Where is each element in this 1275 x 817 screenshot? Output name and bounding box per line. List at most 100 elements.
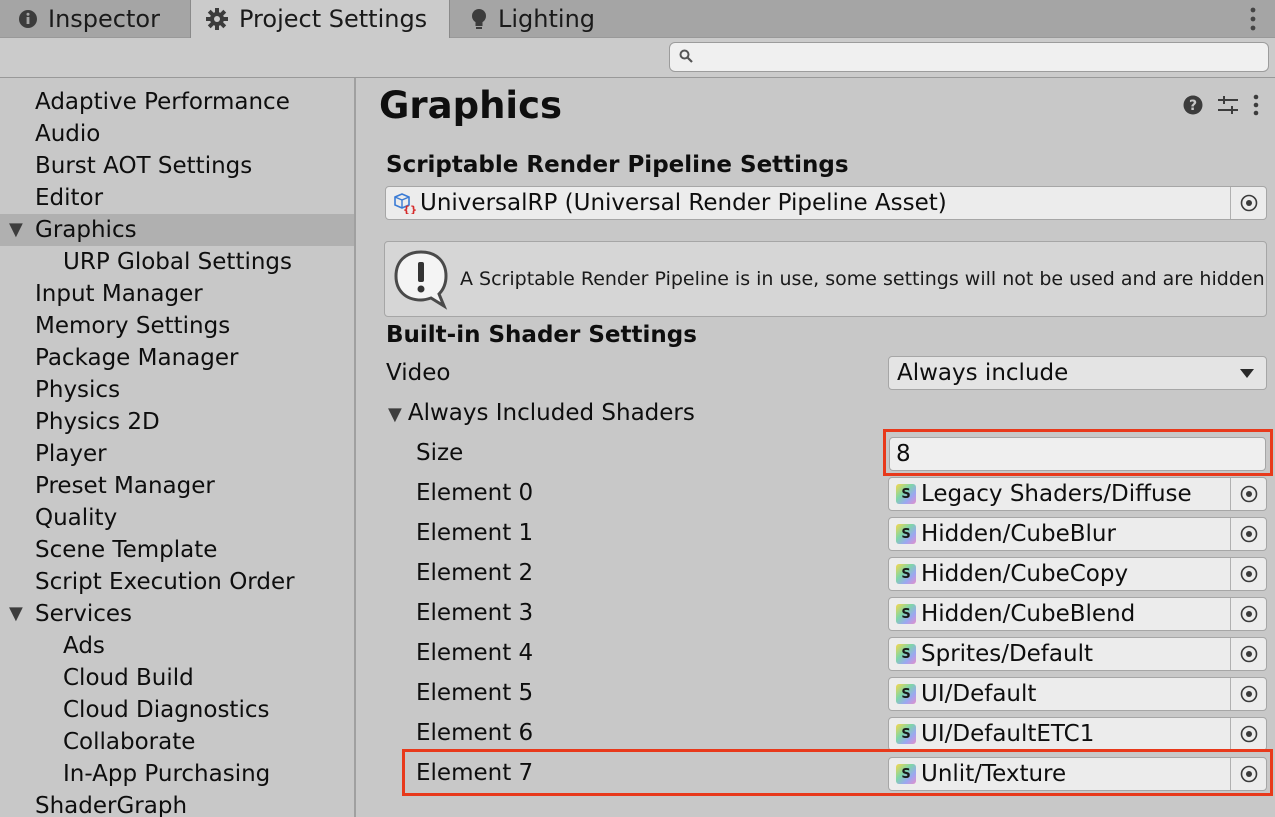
element-label: Element 2 xyxy=(416,560,534,586)
element-label: Element 5 xyxy=(416,680,534,706)
sidebar-item-physics[interactable]: Physics xyxy=(0,374,354,406)
more-options-icon[interactable] xyxy=(1249,6,1257,32)
shader-name: UI/DefaultETC1 xyxy=(921,721,1095,747)
object-picker-icon[interactable] xyxy=(1230,558,1266,590)
shader-icon: S xyxy=(896,604,916,624)
sidebar-item-graphics[interactable]: ▼ Graphics xyxy=(0,214,354,246)
sidebar-item-services[interactable]: ▼ Services xyxy=(0,598,354,630)
sidebar-item-shadergraph[interactable]: ShaderGraph xyxy=(0,790,354,817)
warning-bubble-icon xyxy=(392,248,450,310)
srp-asset-field[interactable]: {} UniversalRP (Universal Render Pipelin… xyxy=(385,186,1267,220)
shader-field[interactable]: S Hidden/CubeCopy xyxy=(888,557,1267,591)
shader-field[interactable]: S UI/Default xyxy=(888,677,1267,711)
sidebar-item-memory-settings[interactable]: Memory Settings xyxy=(0,310,354,342)
svg-text:{}: {} xyxy=(403,205,416,214)
sidebar-item-quality[interactable]: Quality xyxy=(0,502,354,534)
sidebar-item-in-app-purchasing[interactable]: In-App Purchasing xyxy=(0,758,354,790)
shader-field[interactable]: S Sprites/Default xyxy=(888,637,1267,671)
shader-name: Hidden/CubeCopy xyxy=(921,561,1129,587)
shader-icon: S xyxy=(896,524,916,544)
sidebar-item-adaptive-performance[interactable]: Adaptive Performance xyxy=(0,86,354,118)
video-dropdown[interactable]: Always include xyxy=(888,356,1267,390)
gear-icon xyxy=(205,7,229,31)
object-picker-icon[interactable] xyxy=(1230,518,1266,550)
object-picker-icon[interactable] xyxy=(1230,678,1266,710)
more-options-icon[interactable] xyxy=(1253,94,1259,120)
object-picker-icon[interactable] xyxy=(1230,638,1266,670)
element-label: Element 3 xyxy=(416,600,534,626)
page-title: Graphics xyxy=(379,84,563,127)
shader-name: UI/Default xyxy=(921,681,1037,707)
tab-label: Lighting xyxy=(498,5,596,33)
shader-field[interactable]: S Hidden/CubeBlur xyxy=(888,517,1267,551)
tab-project-settings[interactable]: Project Settings xyxy=(190,0,450,38)
shader-field[interactable]: S UI/DefaultETC1 xyxy=(888,717,1267,751)
section-header-srp: Scriptable Render Pipeline Settings xyxy=(386,152,849,178)
shader-name: Sprites/Default xyxy=(921,641,1093,667)
sidebar-item-collaborate[interactable]: Collaborate xyxy=(0,726,354,758)
sidebar-item-audio[interactable]: Audio xyxy=(0,118,354,150)
srp-asset-name: UniversalRP (Universal Render Pipeline A… xyxy=(420,190,947,216)
foldout-label: Always Included Shaders xyxy=(407,400,695,426)
sidebar-item-script-execution-order[interactable]: Script Execution Order xyxy=(0,566,354,598)
shader-icon: S xyxy=(896,564,916,584)
settings-panel: Graphics ? Scriptable Render Pipeline Se… xyxy=(358,78,1275,817)
sidebar-item-cloud-build[interactable]: Cloud Build xyxy=(0,662,354,694)
sidebar-item-physics-2d[interactable]: Physics 2D xyxy=(0,406,354,438)
sidebar-item-ads[interactable]: Ads xyxy=(0,630,354,662)
tab-lighting[interactable]: Lighting xyxy=(470,0,595,38)
search-input[interactable] xyxy=(669,42,1269,72)
object-picker-icon[interactable] xyxy=(1230,598,1266,630)
lightbulb-icon xyxy=(470,8,488,30)
sidebar-item-preset-manager[interactable]: Preset Manager xyxy=(0,470,354,502)
expanded-arrow-icon: ▼ xyxy=(388,404,402,425)
always-included-shaders-foldout[interactable]: ▼ Always Included Shaders xyxy=(388,400,695,426)
shader-field[interactable]: S Legacy Shaders/Diffuse xyxy=(888,477,1267,511)
expanded-arrow-icon[interactable]: ▼ xyxy=(9,214,23,246)
shader-name: Hidden/CubeBlend xyxy=(921,601,1136,627)
video-label: Video xyxy=(386,360,451,386)
shader-icon: S xyxy=(896,684,916,704)
help-icon[interactable]: ? xyxy=(1183,95,1203,119)
sidebar-item-cloud-diagnostics[interactable]: Cloud Diagnostics xyxy=(0,694,354,726)
element-label: Element 4 xyxy=(416,640,534,666)
sidebar-item-editor[interactable]: Editor xyxy=(0,182,354,214)
search-icon xyxy=(679,48,693,67)
size-label: Size xyxy=(416,440,464,466)
element-label: Element 6 xyxy=(416,720,534,746)
shader-icon: S xyxy=(896,484,916,504)
size-field[interactable]: 8 xyxy=(889,437,1266,471)
element-label: Element 7 xyxy=(416,760,534,786)
element-label: Element 1 xyxy=(416,520,534,546)
preset-sliders-icon[interactable] xyxy=(1217,94,1239,120)
shader-icon: S xyxy=(896,644,916,664)
expanded-arrow-icon[interactable]: ▼ xyxy=(9,598,23,630)
sidebar-item-player[interactable]: Player xyxy=(0,438,354,470)
sidebar-item-scene-template[interactable]: Scene Template xyxy=(0,534,354,566)
shader-field[interactable]: S Unlit/Texture xyxy=(888,757,1267,791)
sidebar-item-input-manager[interactable]: Input Manager xyxy=(0,278,354,310)
object-picker-icon[interactable] xyxy=(1230,187,1266,219)
tab-label: Inspector xyxy=(48,5,160,33)
info-icon xyxy=(18,9,38,29)
object-picker-icon[interactable] xyxy=(1230,478,1266,510)
shader-name: Legacy Shaders/Diffuse xyxy=(921,481,1192,507)
sidebar-item-burst-aot-settings[interactable]: Burst AOT Settings xyxy=(0,150,354,182)
helpbox-text: A Scriptable Render Pipeline is in use, … xyxy=(460,268,1265,290)
render-pipeline-asset-icon: {} xyxy=(392,192,416,214)
sidebar-item-package-manager[interactable]: Package Manager xyxy=(0,342,354,374)
shader-icon: S xyxy=(896,764,916,784)
object-picker-icon[interactable] xyxy=(1230,758,1266,790)
size-value: 8 xyxy=(896,441,911,467)
shader-icon: S xyxy=(896,724,916,744)
sidebar-item-urp-global-settings[interactable]: URP Global Settings xyxy=(0,246,354,278)
tab-inspector[interactable]: Inspector xyxy=(18,0,160,38)
srp-info-helpbox: A Scriptable Render Pipeline is in use, … xyxy=(384,241,1267,317)
search-bar xyxy=(0,38,1275,78)
video-dropdown-value: Always include xyxy=(897,360,1069,386)
tab-label: Project Settings xyxy=(239,5,428,33)
shader-field[interactable]: S Hidden/CubeBlend xyxy=(888,597,1267,631)
element-label: Element 0 xyxy=(416,480,534,506)
object-picker-icon[interactable] xyxy=(1230,718,1266,750)
header-icons: ? xyxy=(1183,94,1259,120)
